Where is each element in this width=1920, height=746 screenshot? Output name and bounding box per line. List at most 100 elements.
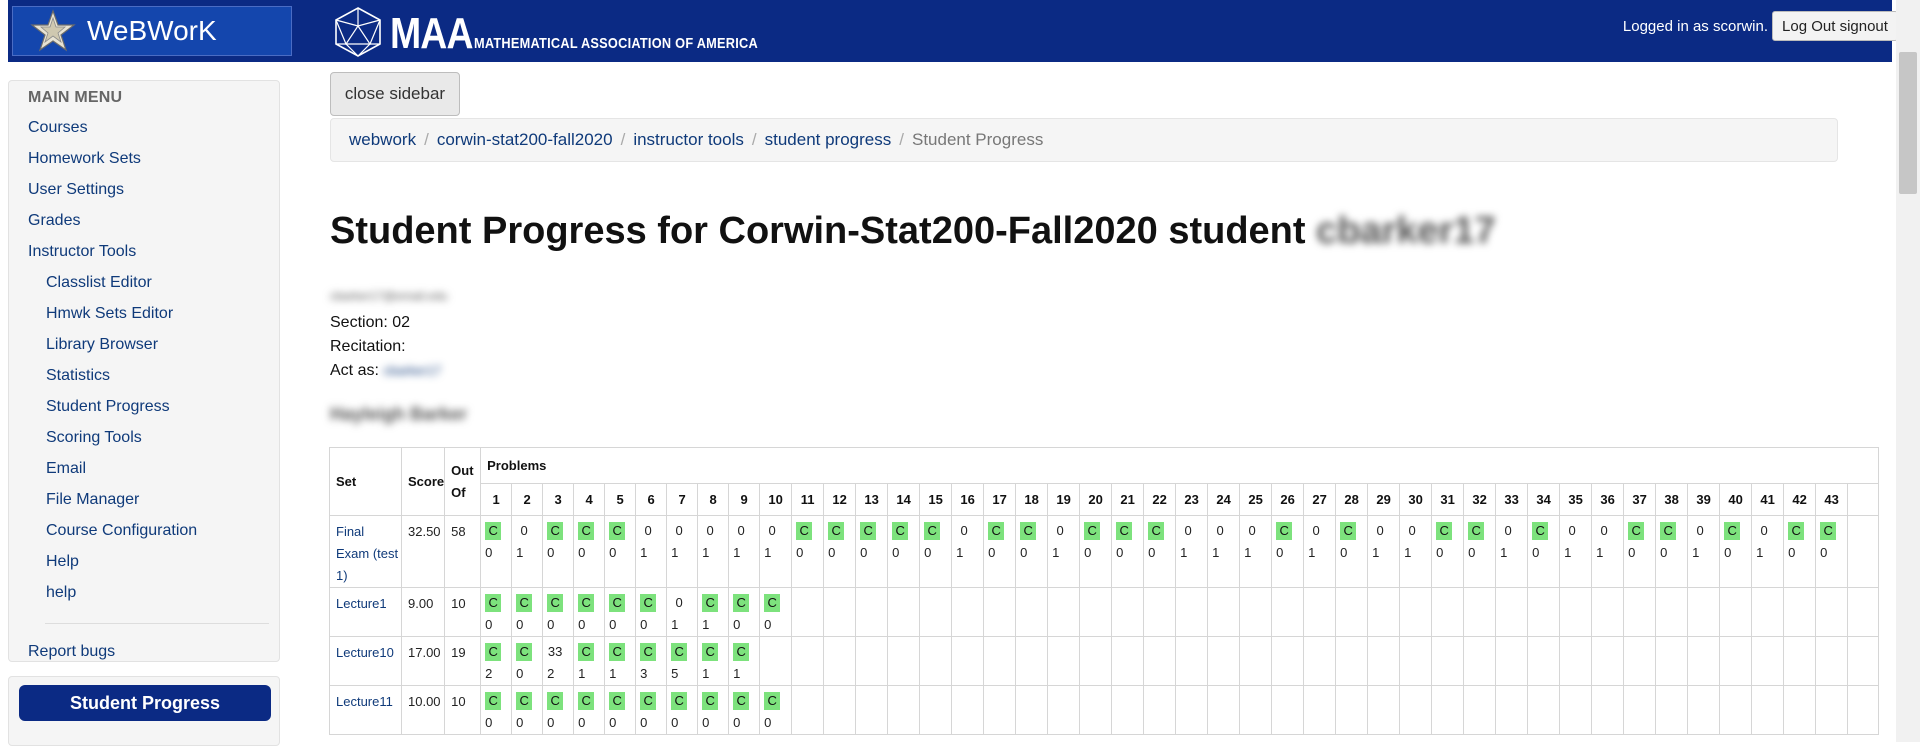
problem-cell: 01 <box>1399 515 1433 588</box>
sidebar-item-library-browser[interactable]: Library Browser <box>46 336 158 354</box>
outof-cell: 19 <box>444 636 482 686</box>
attempts-count: 1 <box>702 545 710 560</box>
correct-status: C <box>1628 522 1645 540</box>
sidebar-item-courses[interactable]: Courses <box>28 119 88 137</box>
attempts-count: 0 <box>516 666 524 681</box>
sidebar-item-classlist-editor[interactable]: Classlist Editor <box>46 274 152 292</box>
student-progress-button[interactable]: Student Progress <box>19 685 271 721</box>
attempts-count: 0 <box>702 715 710 730</box>
problem-number-header: 28 <box>1335 483 1369 516</box>
breadcrumb-webwork[interactable]: webwork <box>349 130 416 150</box>
sidebar-item-user-settings[interactable]: User Settings <box>28 181 124 199</box>
sidebar-item-help-lowercase[interactable]: help <box>46 584 76 602</box>
set-link[interactable]: Lecture1 <box>336 596 387 611</box>
problem-number-header: 40 <box>1719 483 1753 516</box>
problem-number-header: 10 <box>759 483 793 516</box>
problem-cell <box>1687 587 1721 637</box>
problem-cell <box>1335 587 1369 637</box>
problem-cell: 01 <box>635 515 668 588</box>
attempts-count: 1 <box>1404 545 1412 560</box>
problem-cell: C0 <box>1527 515 1561 588</box>
attempts-count: 0 <box>733 715 741 730</box>
breadcrumb-instructor-tools[interactable]: instructor tools <box>633 130 744 150</box>
problem-status: 0 <box>706 523 714 538</box>
problem-cell <box>1079 587 1113 637</box>
problem-number-header: 2 <box>511 483 544 516</box>
attempts-count: 1 <box>671 545 679 560</box>
maa-logo[interactable]: MAA MATHEMATICAL ASSOCIATION OF AMERICA <box>332 4 808 58</box>
problem-cell: C0 <box>480 685 513 735</box>
page-scrollbar[interactable] <box>1896 0 1920 742</box>
attempts-count: 1 <box>702 617 710 632</box>
problem-cell <box>1175 685 1209 735</box>
problem-cell <box>1047 685 1081 735</box>
problem-cell: 01 <box>1591 515 1625 588</box>
report-bugs-link[interactable]: Report bugs <box>28 643 115 661</box>
problem-cell: C0 <box>1015 515 1049 588</box>
problem-cell <box>1463 587 1497 637</box>
attempts-count: 1 <box>578 666 586 681</box>
problem-cell: C0 <box>635 685 668 735</box>
problem-status: 0 <box>1312 523 1320 538</box>
logout-button[interactable]: Log Out signout <box>1772 11 1898 41</box>
problem-cell <box>1847 515 1880 588</box>
problem-cell <box>1559 685 1593 735</box>
problem-status: 0 <box>737 523 745 538</box>
set-link[interactable]: Final Exam (test 1) <box>336 524 398 583</box>
sidebar-item-file-manager[interactable]: File Manager <box>46 491 139 509</box>
attempts-count: 0 <box>988 545 996 560</box>
table-row: Lecture1 9.00 10 C 0 C 0 C 0 C 0 C 0 C 0 0 1 C 1 C 0 C 0 <box>329 587 1880 637</box>
correct-status: C <box>1820 522 1837 540</box>
sidebar-item-student-progress[interactable]: Student Progress <box>46 398 170 416</box>
problem-cell: 01 <box>1207 515 1241 588</box>
set-link[interactable]: Lecture11 <box>336 694 393 709</box>
sidebar-item-course-configuration[interactable]: Course Configuration <box>46 522 197 540</box>
problem-cell: C0 <box>697 685 730 735</box>
problem-number-header: 8 <box>697 483 730 516</box>
correct-status: C <box>485 643 502 661</box>
attempts-count: 2 <box>485 666 493 681</box>
sidebar-item-instructor-tools[interactable]: Instructor Tools <box>28 243 136 261</box>
sidebar-item-statistics[interactable]: Statistics <box>46 367 110 385</box>
sidebar-item-help[interactable]: Help <box>46 553 79 571</box>
problem-cell: 01 <box>1559 515 1593 588</box>
problem-cell <box>983 636 1017 686</box>
correct-status: C <box>1788 522 1805 540</box>
problem-cell: C0 <box>1623 515 1657 588</box>
breadcrumb-current: Student Progress <box>911 130 1044 149</box>
correct-status: C <box>609 692 626 710</box>
sidebar-item-hmwk-sets-editor[interactable]: Hmwk Sets Editor <box>46 305 173 323</box>
problem-cell <box>919 636 953 686</box>
breadcrumb-course[interactable]: corwin-stat200-fall2020 <box>437 130 613 150</box>
correct-status: C <box>547 594 564 612</box>
sidebar-item-scoring-tools[interactable]: Scoring Tools <box>46 429 142 447</box>
student-name: Hayleigh Barker <box>330 404 467 425</box>
attempts-count: 0 <box>1788 545 1796 560</box>
problem-number-header: 32 <box>1463 483 1497 516</box>
correct-status: C <box>609 643 626 661</box>
problem-cell: 01 <box>1303 515 1337 588</box>
set-link[interactable]: Lecture10 <box>336 645 394 660</box>
act-as-link[interactable]: cbarker17 <box>383 363 441 378</box>
close-sidebar-button[interactable]: close sidebar <box>330 72 460 116</box>
problem-cell: C3 <box>635 636 668 686</box>
scrollbar-thumb[interactable] <box>1899 52 1917 194</box>
problem-number-header: 19 <box>1047 483 1081 516</box>
problem-cell <box>951 587 985 637</box>
problem-cell: 01 <box>759 515 793 588</box>
attempts-count: 0 <box>609 715 617 730</box>
correct-status: C <box>733 594 750 612</box>
sidebar-item-homework-sets[interactable]: Homework Sets <box>28 150 141 168</box>
student-email[interactable]: cbarker17@email.edu <box>330 289 448 303</box>
sidebar-item-grades[interactable]: Grades <box>28 212 80 230</box>
problem-number-header: 7 <box>666 483 699 516</box>
sidebar-item-email[interactable]: Email <box>46 460 86 478</box>
correct-status: C <box>671 692 688 710</box>
correct-status: C <box>547 522 564 540</box>
outof-cell: 10 <box>444 587 482 637</box>
problem-cell <box>1527 685 1561 735</box>
problem-cell <box>855 587 889 637</box>
breadcrumb-student-progress[interactable]: student progress <box>765 130 892 150</box>
webwork-logo[interactable]: WeBWorK <box>12 6 292 56</box>
menu-divider <box>45 623 269 624</box>
